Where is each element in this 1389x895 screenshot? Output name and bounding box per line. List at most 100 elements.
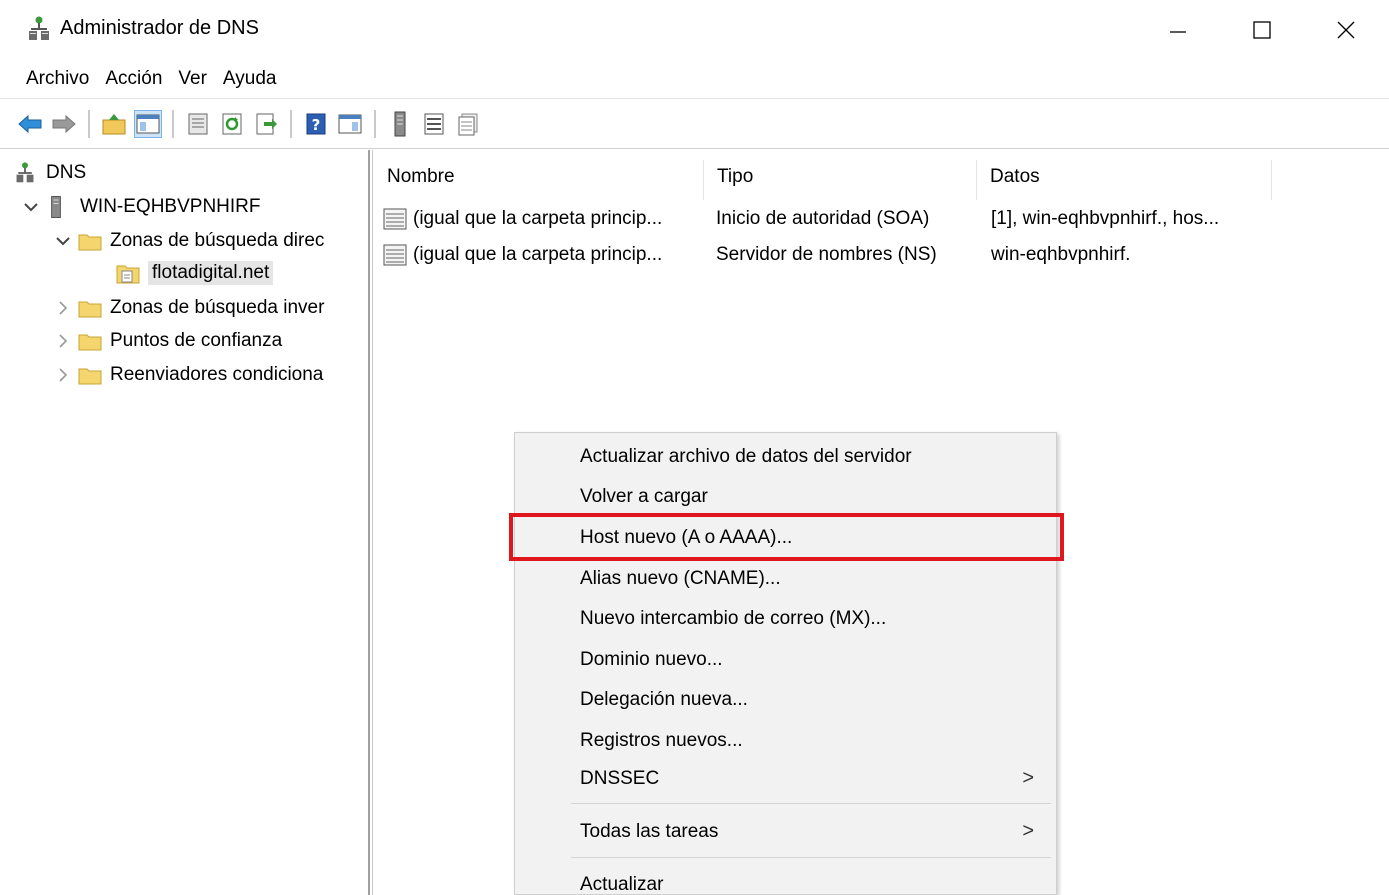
show-hide-tree-icon [136, 114, 160, 134]
maximize-button[interactable] [1232, 8, 1292, 52]
server-button[interactable] [386, 110, 414, 138]
minimize-button[interactable] [1148, 8, 1208, 52]
tree-node-server[interactable]: WIN-EQHBVPNHIRF [22, 192, 261, 222]
tree-label: Puntos de confianza [110, 330, 283, 351]
back-icon [18, 114, 42, 134]
chevron-down-icon[interactable] [22, 198, 40, 216]
menu-ver[interactable]: Ver [170, 64, 215, 94]
column-divider[interactable] [1271, 160, 1272, 200]
menu-item-label: Todas las tareas [580, 821, 719, 842]
tree-node-forward-zones[interactable]: Zonas de búsqueda direc [54, 226, 324, 256]
cell-datos: win-eqhbvpnhirf. [991, 244, 1131, 265]
context-menu-item-new-delegation[interactable]: Delegación nueva... [515, 680, 1056, 720]
highlight-annotation-box [509, 513, 1064, 561]
tree-label: Zonas de búsqueda inver [110, 297, 325, 318]
menu-item-label: Registros nuevos... [580, 730, 743, 751]
submenu-arrow-icon: > [1022, 767, 1034, 789]
toolbar-separator [290, 110, 292, 138]
forward-button[interactable] [50, 110, 78, 138]
tree-node-reverse-zones[interactable]: Zonas de búsqueda inver [54, 293, 324, 323]
menu-accion[interactable]: Acción [97, 64, 170, 94]
context-menu: Actualizar archivo de datos del servidor… [514, 432, 1057, 895]
tree-label: flotadigital.net [148, 261, 274, 285]
record-icon [383, 208, 407, 230]
menu-item-label: Actualizar [580, 874, 664, 895]
folder-icon [78, 297, 102, 319]
close-icon [1337, 21, 1355, 39]
pane-splitter[interactable] [368, 150, 370, 895]
show-action-pane-button[interactable] [336, 110, 364, 138]
context-menu-item-new-domain[interactable]: Dominio nuevo... [515, 640, 1056, 680]
menu-item-label: Actualizar archivo de datos del servidor [580, 446, 912, 467]
tree-node-zone[interactable]: flotadigital.net [116, 258, 274, 288]
properties-icon [188, 113, 208, 135]
chevron-right-icon[interactable] [54, 366, 72, 384]
menu-item-label: Alias nuevo (CNAME)... [580, 568, 781, 589]
toolbar-separator [172, 110, 174, 138]
folder-icon [78, 230, 102, 252]
table-row[interactable]: (igual que la carpeta princip... Servido… [383, 238, 1283, 272]
context-menu-item-new-records[interactable]: Registros nuevos... [515, 721, 1056, 761]
folder-icon [78, 330, 102, 352]
chevron-down-icon[interactable] [54, 232, 72, 250]
show-hide-tree-button[interactable] [134, 110, 162, 138]
details-button[interactable] [454, 110, 482, 138]
menu-bar: Archivo Acción Ver Ayuda [0, 62, 284, 96]
record-icon [383, 244, 407, 266]
svg-text:?: ? [312, 116, 321, 134]
context-menu-item-dnssec[interactable]: DNSSEC > [515, 759, 1056, 799]
toolbar: ? [0, 104, 1389, 144]
folder-icon [78, 364, 102, 386]
menu-separator [571, 857, 1051, 858]
title-bar: Administrador de DNS [0, 0, 1389, 60]
tree-node-conditional-forwarders[interactable]: Reenviadores condiciona [54, 360, 323, 390]
dns-server-icon [28, 16, 50, 42]
column-header-tipo[interactable]: Tipo [703, 166, 976, 196]
up-folder-icon [102, 114, 126, 135]
cell-tipo: Inicio de autoridad (SOA) [716, 208, 930, 229]
context-menu-item-refresh[interactable]: Actualizar [515, 865, 1056, 895]
column-header-datos[interactable]: Datos [976, 166, 1271, 196]
toolbar-separator [88, 110, 90, 138]
chevron-right-icon[interactable] [54, 332, 72, 350]
refresh-button[interactable] [218, 110, 246, 138]
server-icon [46, 196, 66, 218]
close-button[interactable] [1316, 8, 1376, 52]
show-action-pane-icon [338, 114, 362, 134]
list-icon [424, 113, 444, 135]
list-button[interactable] [420, 110, 448, 138]
context-menu-item-update-server-data[interactable]: Actualizar archivo de datos del servidor [515, 437, 1056, 477]
tree-label: Zonas de búsqueda direc [110, 230, 325, 251]
up-folder-button[interactable] [100, 110, 128, 138]
chevron-right-icon[interactable] [54, 299, 72, 317]
menu-ayuda[interactable]: Ayuda [215, 64, 285, 94]
dns-server-icon [14, 162, 36, 184]
tree-node-trust-points[interactable]: Puntos de confianza [54, 326, 282, 356]
context-menu-item-all-tasks[interactable]: Todas las tareas > [515, 812, 1056, 852]
toolbar-separator [374, 110, 376, 138]
context-menu-item-new-alias[interactable]: Alias nuevo (CNAME)... [515, 559, 1056, 599]
column-header-nombre[interactable]: Nombre [373, 166, 703, 196]
export-list-button[interactable] [252, 110, 280, 138]
menu-archivo[interactable]: Archivo [18, 64, 97, 94]
cell-tipo: Servidor de nombres (NS) [716, 244, 937, 265]
back-button[interactable] [16, 110, 44, 138]
menu-item-label: Dominio nuevo... [580, 649, 723, 670]
menu-divider [0, 98, 1389, 99]
tree-node-dns[interactable]: DNS [14, 158, 86, 188]
tree-label: Reenviadores condiciona [110, 364, 324, 385]
details-icon [458, 113, 478, 136]
cell-nombre: (igual que la carpeta princip... [413, 208, 663, 229]
context-menu-item-reload[interactable]: Volver a cargar [515, 477, 1056, 517]
tree-label: WIN-EQHBVPNHIRF [80, 196, 261, 217]
cell-nombre: (igual que la carpeta princip... [413, 244, 663, 265]
context-menu-item-new-mx[interactable]: Nuevo intercambio de correo (MX)... [515, 599, 1056, 639]
table-row[interactable]: (igual que la carpeta princip... Inicio … [383, 202, 1283, 236]
minimize-icon [1170, 31, 1186, 33]
menu-item-label: DNSSEC [580, 768, 660, 789]
help-button[interactable]: ? [302, 110, 330, 138]
properties-button[interactable] [184, 110, 212, 138]
tree-label: DNS [46, 162, 87, 183]
menu-item-label: Delegación nueva... [580, 689, 748, 710]
server-icon [394, 111, 406, 137]
